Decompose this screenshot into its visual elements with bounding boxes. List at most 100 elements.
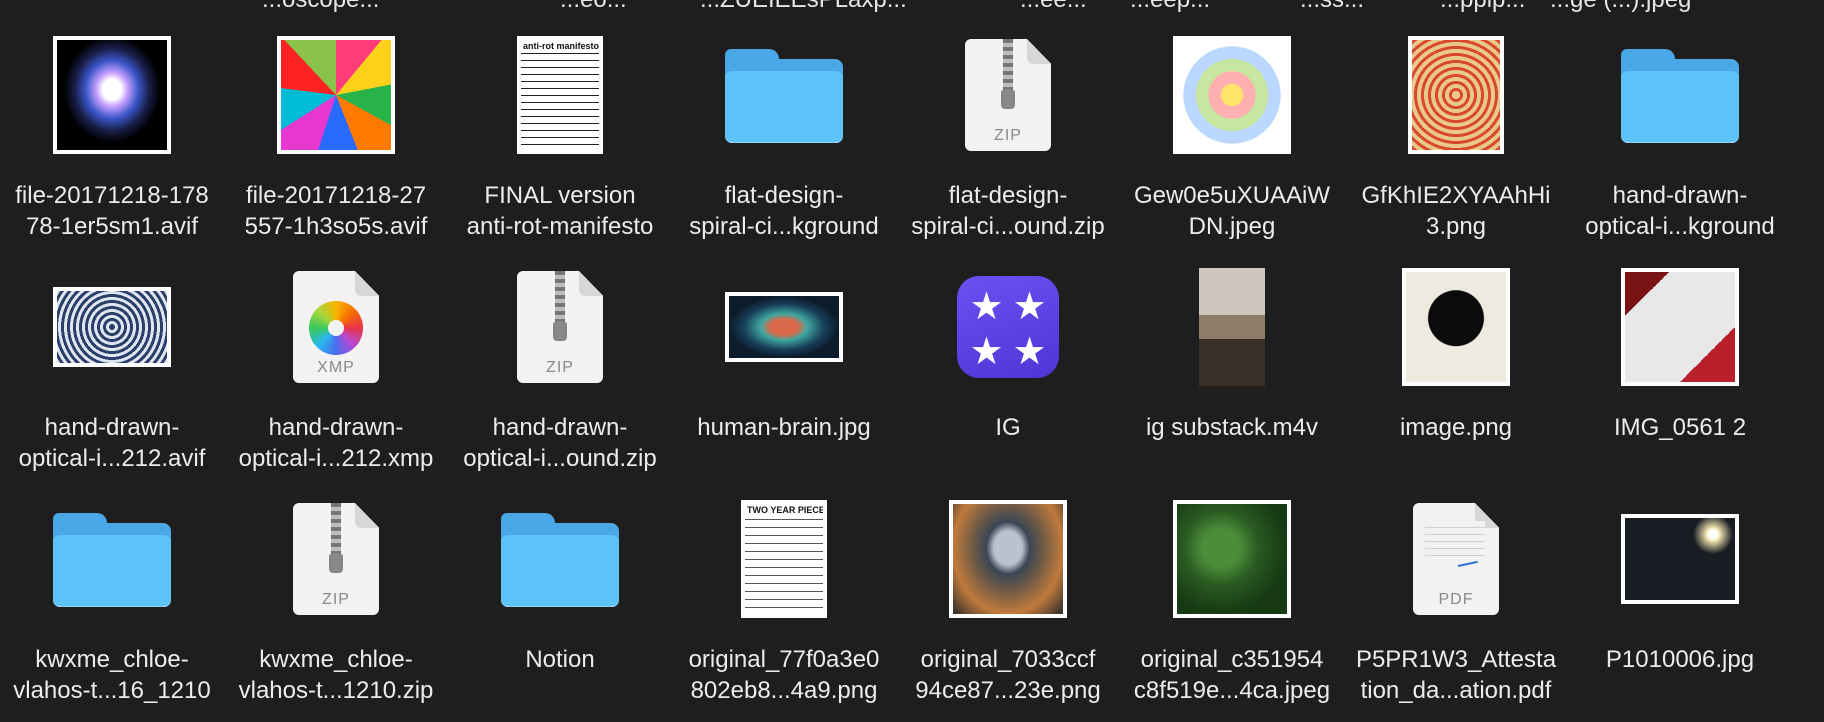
file-item[interactable]: ig substack.m4v — [1120, 254, 1344, 486]
partial-label: ...oscope... — [262, 0, 379, 14]
star-icon: ★ — [1012, 331, 1047, 373]
partial-label: ...eep... — [1130, 0, 1210, 14]
file-name-label: original_77f0a3e0 802eb8...4a9.png — [688, 646, 880, 704]
file-thumbnail[interactable] — [1120, 22, 1344, 168]
top-partial-row: ...oscope... ...eo... ...ZUEIEEsPLaxp...… — [0, 0, 1824, 13]
file-item[interactable]: PDF P5PR1W3_Attesta tion_da...ation.pdf — [1344, 486, 1568, 718]
photos-flower-icon — [309, 301, 363, 355]
file-name-label: file-20171218-178 78-1er5sm1.avif — [15, 182, 209, 240]
folder-icon — [53, 509, 171, 609]
file-item[interactable]: TWO YEAR PIECE original_77f0a3e0 802eb8..… — [672, 486, 896, 718]
file-thumbnail[interactable] — [0, 254, 224, 400]
file-item[interactable]: hand-drawn- optical-i...212.avif — [0, 254, 224, 486]
file-extension-label: ZIP — [546, 359, 574, 376]
pop-art-brains-thumbnail — [277, 36, 395, 154]
icon-grid: file-20171218-178 78-1er5sm1.avif file-20… — [0, 22, 1824, 718]
file-name-label: kwxme_chloe- vlahos-t...1210.zip — [238, 646, 434, 704]
file-thumbnail[interactable] — [672, 254, 896, 400]
file-thumbnail[interactable] — [1344, 22, 1568, 168]
file-name-label: P5PR1W3_Attesta tion_da...ation.pdf — [1355, 646, 1557, 704]
file-name-label: flat-design- spiral-ci...ound.zip — [911, 182, 1105, 240]
file-item[interactable]: ZIP hand-drawn- optical-i...ound.zip — [448, 254, 672, 486]
file-name-label: IG — [995, 414, 1021, 441]
file-thumbnail[interactable] — [1568, 486, 1792, 632]
file-item[interactable]: image.png — [1344, 254, 1568, 486]
file-item[interactable]: ★ ★ ★ ★ IG — [896, 254, 1120, 486]
night-city-thumbnail — [1621, 514, 1739, 604]
manifesto-document-thumbnail: anti-rot manifesto — [517, 36, 603, 154]
partial-label: ...eo... — [560, 0, 627, 14]
file-name-label: hand-drawn- optical-i...212.xmp — [238, 414, 434, 472]
file-thumbnail[interactable]: ★ ★ ★ ★ — [896, 254, 1120, 400]
file-name-label: hand-drawn- optical-i...ound.zip — [463, 414, 657, 472]
file-thumbnail[interactable] — [1568, 22, 1792, 168]
emotion-wheel-thumbnail — [1173, 36, 1291, 154]
file-extension-label: XMP — [317, 359, 355, 376]
folder-icon — [725, 45, 843, 145]
file-name-label: IMG_0561 2 — [1613, 414, 1747, 441]
file-name-label: hand-drawn- optical-i...212.avif — [18, 414, 206, 472]
book-photo-thumbnail — [1621, 268, 1739, 386]
file-thumbnail[interactable] — [448, 486, 672, 632]
file-thumbnail[interactable]: ZIP — [448, 254, 672, 400]
file-thumbnail[interactable]: anti-rot manifesto — [448, 22, 672, 168]
file-item[interactable]: file-20171218-178 78-1er5sm1.avif — [0, 22, 224, 254]
folder-icon — [501, 509, 619, 609]
file-item[interactable]: human-brain.jpg — [672, 254, 896, 486]
file-thumbnail[interactable] — [224, 22, 448, 168]
file-item[interactable]: flat-design- spiral-ci...kground — [672, 22, 896, 254]
file-item[interactable]: XMP hand-drawn- optical-i...212.xmp — [224, 254, 448, 486]
file-name-label: human-brain.jpg — [697, 414, 871, 441]
file-item[interactable]: original_7033ccf 94ce87...23e.png — [896, 486, 1120, 718]
file-item[interactable]: Notion — [448, 486, 672, 718]
file-name-label: flat-design- spiral-ci...kground — [689, 182, 879, 240]
file-item[interactable]: hand-drawn- optical-i...kground — [1568, 22, 1792, 254]
file-item[interactable]: IMG_0561 2 — [1568, 254, 1792, 486]
file-name-label: hand-drawn- optical-i...kground — [1585, 182, 1775, 240]
file-name-label: FINAL version anti-rot-manifesto — [466, 182, 654, 240]
file-thumbnail[interactable] — [1120, 254, 1344, 400]
file-item[interactable]: ZIP kwxme_chloe- vlahos-t...1210.zip — [224, 486, 448, 718]
file-item[interactable]: file-20171218-27 557-1h3so5s.avif — [224, 22, 448, 254]
file-thumbnail[interactable] — [1120, 486, 1344, 632]
concentric-squares-thumbnail — [1408, 36, 1504, 154]
file-item[interactable]: Gew0e5uXUAAiW DN.jpeg — [1120, 22, 1344, 254]
thumbnail-caption: anti-rot manifesto — [521, 40, 599, 52]
file-name-label: file-20171218-27 557-1h3so5s.avif — [244, 182, 428, 240]
human-brain-thumbnail — [725, 292, 843, 362]
file-item[interactable]: P1010006.jpg — [1568, 486, 1792, 718]
poster-thumbnail — [1402, 268, 1510, 386]
folder-icon — [1621, 45, 1739, 145]
file-thumbnail[interactable] — [1344, 254, 1568, 400]
file-item[interactable]: anti-rot manifesto FINAL version anti-rot… — [448, 22, 672, 254]
brain-scan-thumbnail — [53, 36, 171, 154]
file-thumbnail[interactable]: PDF — [1344, 486, 1568, 632]
file-extension-label: ZIP — [994, 127, 1022, 144]
file-thumbnail[interactable]: ZIP — [896, 22, 1120, 168]
star-icon: ★ — [1012, 286, 1047, 328]
astronaut-thumbnail — [949, 500, 1067, 618]
file-item[interactable]: kwxme_chloe- vlahos-t...16_1210 — [0, 486, 224, 718]
file-thumbnail[interactable] — [1568, 254, 1792, 400]
file-extension-label: PDF — [1438, 591, 1474, 608]
file-thumbnail[interactable]: ZIP — [224, 486, 448, 632]
file-item[interactable]: original_c351954 c8f519e...4ca.jpeg — [1120, 486, 1344, 718]
file-item[interactable]: GfKhIE2XYAAhHi 3.png — [1344, 22, 1568, 254]
file-name-label: ig substack.m4v — [1145, 414, 1319, 441]
zip-archive-icon: ZIP — [293, 503, 379, 615]
partial-label: ...pplp... — [1440, 0, 1525, 14]
file-thumbnail[interactable] — [0, 486, 224, 632]
file-thumbnail[interactable] — [672, 22, 896, 168]
file-thumbnail[interactable]: TWO YEAR PIECE — [672, 486, 896, 632]
file-extension-label: ZIP — [322, 591, 350, 608]
file-thumbnail[interactable] — [0, 22, 224, 168]
partial-label: ...ss... — [1300, 0, 1364, 14]
ig-app-icon: ★ ★ ★ ★ — [957, 276, 1059, 378]
file-thumbnail[interactable]: XMP — [224, 254, 448, 400]
file-thumbnail[interactable] — [896, 486, 1120, 632]
pdf-document-icon: PDF — [1413, 503, 1499, 615]
file-item[interactable]: ZIP flat-design- spiral-ci...ound.zip — [896, 22, 1120, 254]
file-name-label: Notion — [525, 646, 595, 673]
file-name-label: kwxme_chloe- vlahos-t...16_1210 — [13, 646, 211, 704]
star-icon: ★ — [969, 286, 1004, 328]
